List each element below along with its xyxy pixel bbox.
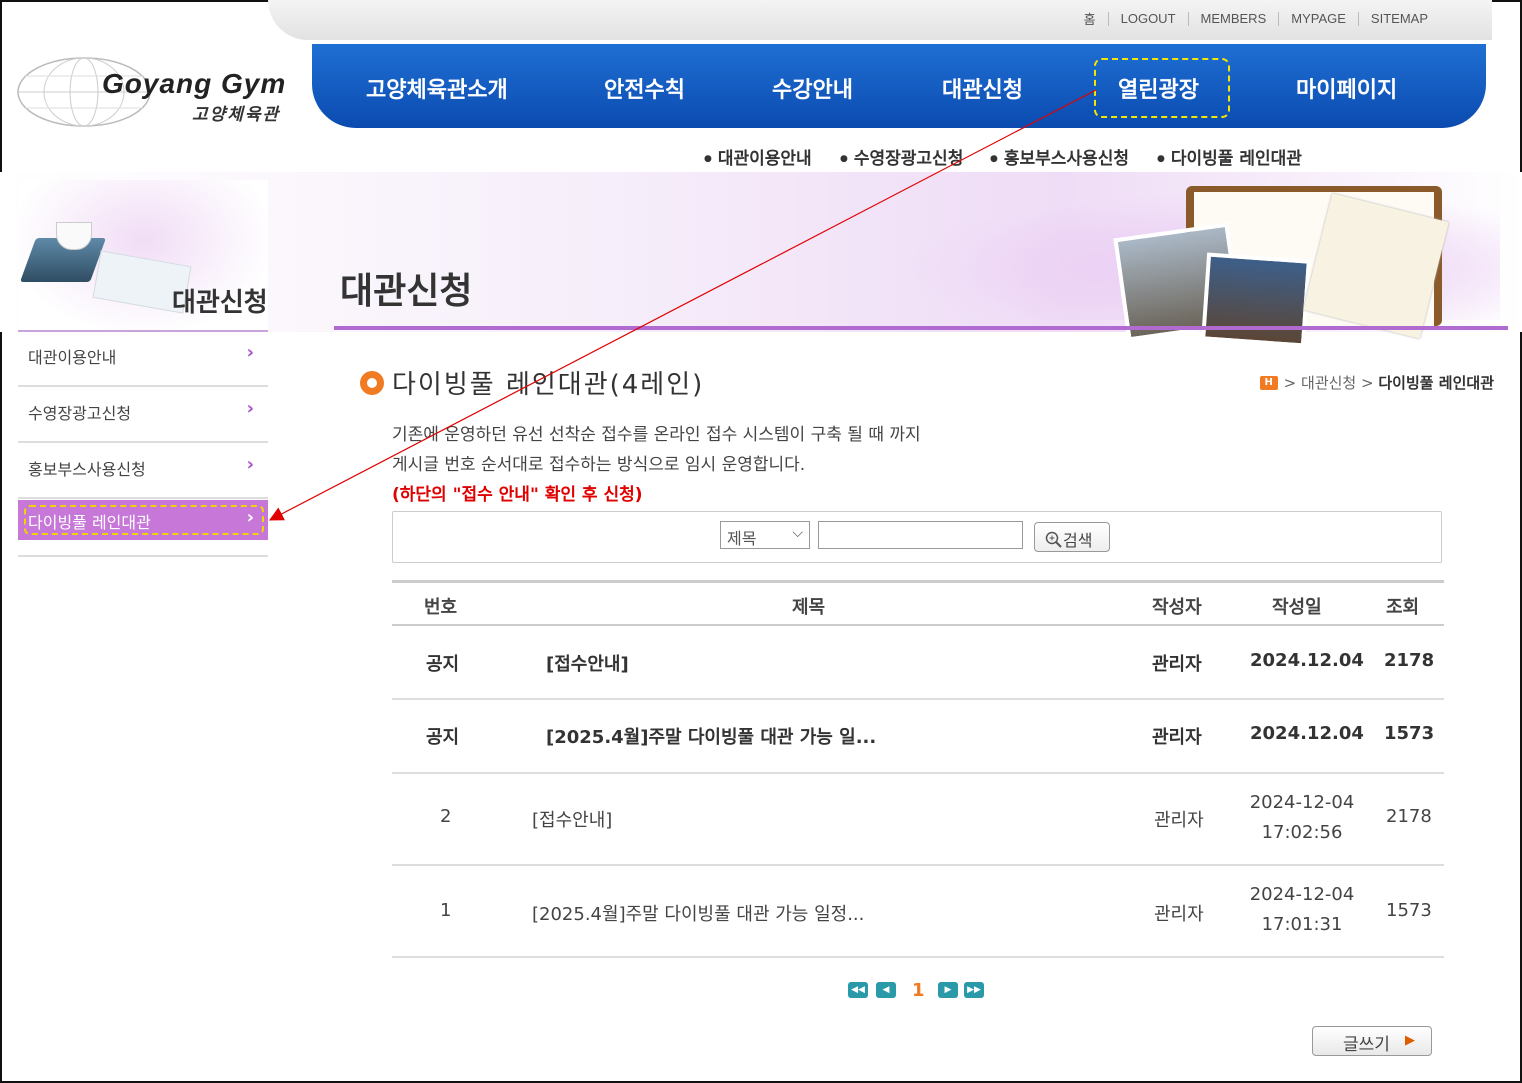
row-datetime: 2024-12-04 17:01:31 [1248, 880, 1356, 940]
row-time: 17:02:56 [1261, 822, 1343, 843]
row-date: 2024-12-04 [1249, 884, 1355, 905]
chevron-right-icon: › [246, 398, 254, 419]
row-date: 2024-12-04 [1249, 792, 1355, 813]
sidebar-item-pool-ads[interactable]: 수영장광고신청 › [18, 388, 268, 443]
row-author: 관리자 [1154, 904, 1204, 925]
breadcrumb-separator: > [1361, 373, 1374, 392]
chevron-right-icon: › [246, 342, 254, 363]
sidebar-item-diving-lane[interactable]: 다이빙풀 레인대관 › [18, 500, 268, 540]
subnav-item-rental-info[interactable]: ● 대관이용안내 [704, 144, 812, 169]
col-header-views: 조회 [1386, 597, 1420, 618]
table-row: 2 [접수안내] 관리자 2024-12-04 17:02:56 2178 [392, 774, 1444, 866]
row-author: 관리자 [1154, 810, 1204, 831]
logo-title: Goyang Gym [102, 68, 287, 99]
util-logout-link[interactable]: LOGOUT [1109, 11, 1188, 26]
col-header-author: 작성자 [1152, 597, 1202, 618]
intro-line-1: 기존에 운영하던 유선 선착순 접수를 온라인 접수 시스템이 구축 될 때 까… [392, 425, 921, 445]
nav-item-courses[interactable]: 수강안내 [772, 72, 853, 104]
last-page-icon[interactable]: ▶▶ [964, 982, 984, 998]
intro-notice: (하단의 "접수 안내" 확인 후 신청) [392, 485, 643, 505]
sidebar-item-label: 수영장광고신청 [28, 404, 132, 423]
breadcrumb-level1[interactable]: 대관신청 [1301, 372, 1356, 393]
chevron-right-icon: › [246, 454, 254, 475]
main-nav: 고양체육관소개 안전수칙 수강안내 대관신청 열린광장 마이페이지 [312, 44, 1486, 128]
row-date: 2024.12.04 [1250, 650, 1364, 671]
coffee-cup-icon [56, 222, 92, 250]
first-page-icon[interactable]: ◀◀ [848, 982, 868, 998]
row-views: 2178 [1384, 650, 1435, 671]
row-author: 관리자 [1152, 727, 1202, 748]
row-date: 2024.12.04 [1250, 723, 1364, 744]
subnav-item-promo-booth[interactable]: ● 홍보부스사용신청 [990, 144, 1129, 169]
section-header: 다이빙풀 레인대관(4레인) [360, 364, 704, 401]
row-views: 2178 [1386, 806, 1432, 827]
row-no: 1 [440, 900, 452, 921]
section-bullet-icon [360, 370, 384, 395]
breadcrumb-current: 다이빙풀 레인대관 [1378, 374, 1494, 392]
breadcrumb-separator: > [1283, 373, 1297, 392]
search-input[interactable] [818, 521, 1023, 549]
sidebar-item-label: 홍보부스사용신청 [28, 460, 146, 479]
page-number-current[interactable]: 1 [912, 980, 925, 1001]
row-datetime: 2024-12-04 17:02:56 [1248, 788, 1356, 848]
intro-line-2: 게시글 번호 순서대로 접수하는 방식으로 임시 운영합니다. [392, 455, 806, 475]
sidebar-item-label: 대관이용안내 [28, 348, 117, 367]
col-header-title: 제목 [792, 597, 826, 618]
logo-subtitle: 고양체육관 [192, 105, 281, 125]
nav-item-mypage[interactable]: 마이페이지 [1296, 72, 1397, 104]
sidebar-item-promo-booth[interactable]: 홍보부스사용신청 › [18, 444, 268, 499]
nav-highlight-box [1094, 58, 1230, 118]
col-header-no: 번호 [424, 597, 458, 618]
row-no: 공지 [426, 654, 460, 675]
nav-item-intro[interactable]: 고양체육관소개 [366, 72, 508, 104]
row-views: 1573 [1386, 900, 1432, 921]
col-header-date: 작성일 [1272, 597, 1322, 618]
write-button[interactable]: 글쓰기 ▶ [1312, 1026, 1432, 1056]
row-views: 1573 [1384, 723, 1435, 744]
magnifier-plus-icon [1045, 531, 1062, 548]
title-underline [334, 326, 1508, 330]
notebook-photo-decoration [1113, 186, 1449, 348]
row-title-link[interactable]: [2025.4월]주말 다이빙풀 대관 가능 일정... [532, 900, 864, 926]
sidebar-highlight-box [24, 505, 264, 535]
site-logo[interactable]: Goyang Gym 고양체육관 [14, 52, 304, 136]
chevron-down-icon: ⌵ [792, 525, 803, 541]
intro-text: 기존에 운영하던 유선 선착순 접수를 온라인 접수 시스템이 구축 될 때 까… [392, 420, 921, 510]
row-time: 17:01:31 [1261, 914, 1343, 935]
util-mypage-link[interactable]: MYPAGE [1279, 11, 1358, 26]
nav-item-safety[interactable]: 안전수칙 [604, 72, 685, 104]
table-row: 1 [2025.4월]주말 다이빙풀 대관 가능 일정... 관리자 2024-… [392, 866, 1444, 958]
subnav-item-diving-lane[interactable]: ● 다이빙풀 레인대관 [1157, 144, 1302, 169]
next-page-icon[interactable]: ▶ [938, 982, 958, 998]
page-title: 대관신청 [340, 271, 473, 312]
subnav-item-pool-ads[interactable]: ● 수영장광고신청 [840, 144, 963, 169]
row-no: 2 [440, 806, 452, 827]
sidebar-item-rental-info[interactable]: 대관이용안내 › [18, 332, 268, 387]
util-sitemap-link[interactable]: SITEMAP [1359, 11, 1440, 26]
table-header: 번호 제목 작성자 작성일 조회 [392, 580, 1444, 626]
left-section-title: 대관신청 [172, 288, 268, 318]
search-button[interactable]: 검색 [1034, 522, 1110, 552]
sidebar-divider [18, 555, 268, 557]
search-field-select[interactable]: 제목 ⌵ [720, 521, 810, 549]
util-members-link[interactable]: MEMBERS [1189, 11, 1279, 26]
row-title-link[interactable]: [2025.4월]주말 다이빙풀 대관 가능 일... [546, 723, 876, 749]
row-title-link[interactable]: [접수안내] [532, 806, 612, 832]
nav-item-rental[interactable]: 대관신청 [942, 72, 1023, 104]
row-author: 관리자 [1152, 654, 1202, 675]
table-row: 공지 [접수안내] 관리자 2024.12.04 2178 [392, 626, 1444, 700]
row-title-link[interactable]: [접수안내] [546, 650, 629, 676]
row-no: 공지 [426, 727, 460, 748]
play-arrow-icon: ▶ [1405, 1033, 1415, 1048]
utility-bar: 홈 LOGOUT MEMBERS MYPAGE SITEMAP [268, 0, 1492, 40]
section-title: 다이빙풀 레인대관(4레인) [392, 370, 705, 400]
util-home-link[interactable]: 홈 [1072, 9, 1108, 28]
home-icon[interactable]: H [1259, 375, 1278, 390]
breadcrumb: H > 대관신청 > 다이빙풀 레인대관 [1259, 372, 1494, 393]
table-row: 공지 [2025.4월]주말 다이빙풀 대관 가능 일... 관리자 2024.… [392, 700, 1444, 774]
prev-page-icon[interactable]: ◀ [876, 982, 896, 998]
